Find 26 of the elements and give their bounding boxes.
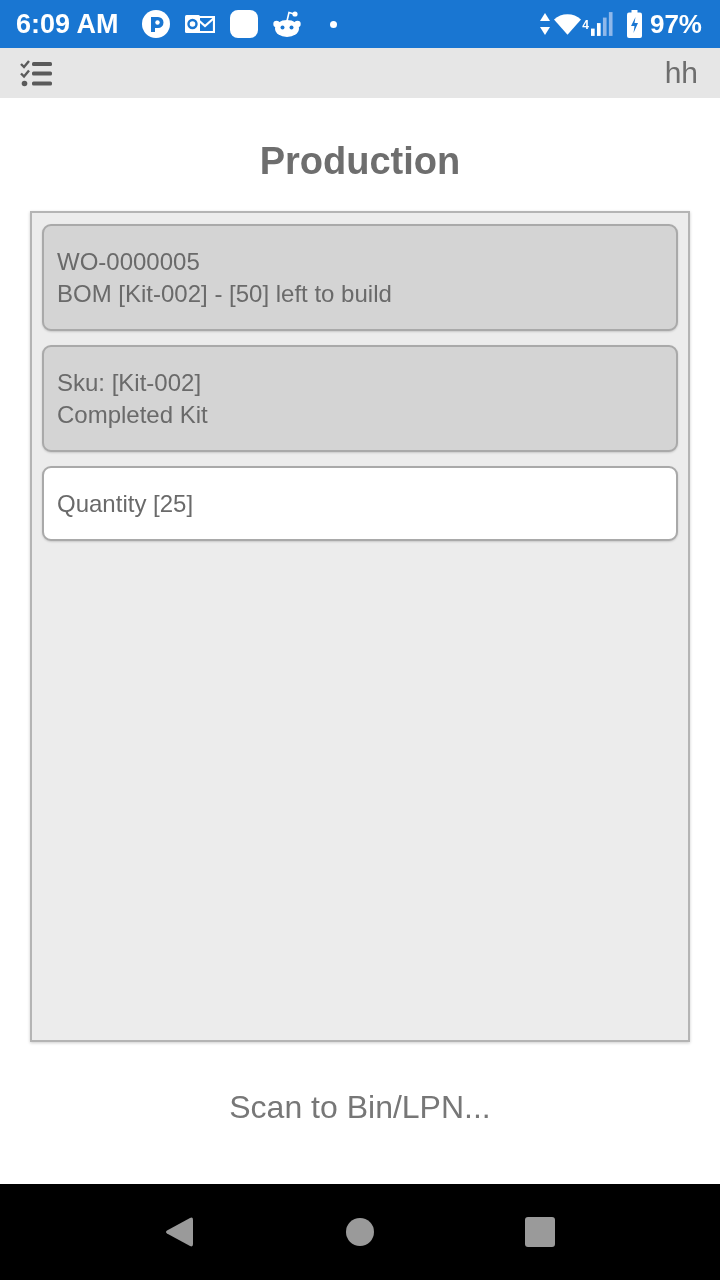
scan-field[interactable]: Scan to Bin/LPN... [140, 1079, 580, 1135]
card-text: Quantity [25] [57, 489, 194, 519]
page-title: Production [259, 139, 461, 183]
card-text: WO-0000005 [57, 247, 200, 277]
wifi-icon [554, 13, 582, 35]
status-time: 6:09 AM [16, 8, 119, 40]
checklist-icon[interactable] [20, 59, 52, 87]
list-item-card[interactable]: Sku: [Kit-002] Completed Kit [42, 345, 678, 452]
card-text: BOM [Kit-002] - [50] left to build [57, 279, 392, 309]
card-text: Sku: [Kit-002] [57, 368, 202, 398]
battery-icon [626, 10, 642, 38]
rounded-square-icon [229, 10, 258, 38]
mail-icon [184, 12, 215, 36]
circle-app-icon [141, 10, 170, 38]
card-text: Completed Kit [57, 400, 208, 430]
back-icon[interactable] [165, 1216, 193, 1248]
data-arrows-icon [540, 13, 551, 35]
list-item-card[interactable]: Quantity [25] [42, 466, 678, 541]
alien-head-icon [272, 11, 301, 37]
dot-icon [329, 20, 337, 28]
home-icon[interactable] [346, 1218, 374, 1246]
signal-icon [590, 11, 613, 37]
network-type-label: 4 [582, 18, 589, 31]
user-label: hh [664, 56, 698, 90]
list-item-card[interactable]: WO-0000005 BOM [Kit-002] - [50] left to build [42, 224, 678, 331]
battery-percent: 97% [649, 8, 702, 40]
